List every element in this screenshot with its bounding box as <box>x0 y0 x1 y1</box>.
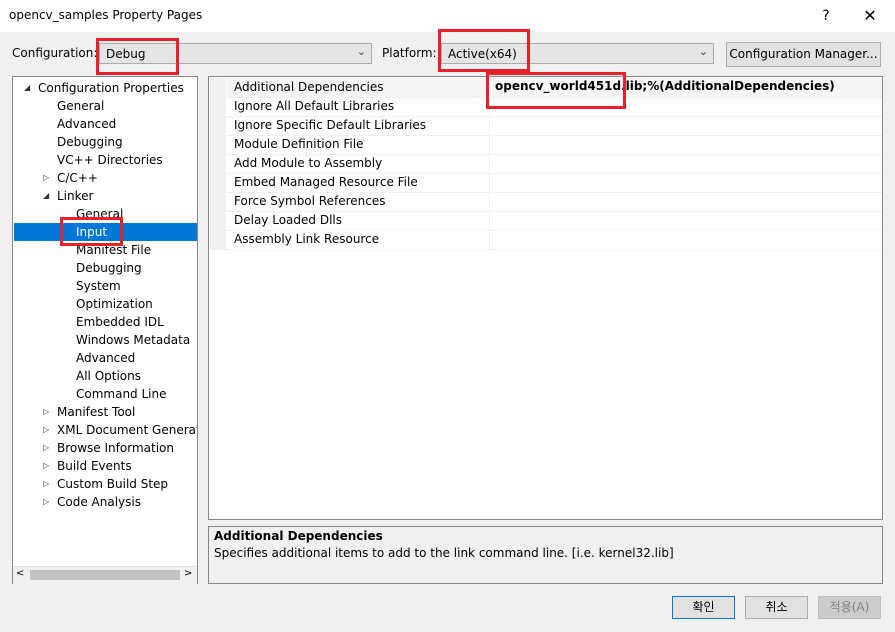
tree-item-browse-information[interactable]: Browse Information <box>57 439 174 457</box>
tree-item-input[interactable]: Input <box>76 223 107 241</box>
platform-label: Platform: <box>382 46 437 60</box>
configuration-label: Configuration: <box>12 46 98 60</box>
tree-item-system[interactable]: System <box>76 277 121 295</box>
tree-item-custom-build-step[interactable]: Custom Build Step <box>57 475 168 493</box>
tree-item-code-analysis[interactable]: Code Analysis <box>57 493 141 511</box>
tree-item-optimization[interactable]: Optimization <box>76 295 153 313</box>
collapse-icon[interactable]: ◢ <box>24 83 30 92</box>
expand-icon[interactable]: ▷ <box>43 461 49 470</box>
column-divider <box>489 192 490 211</box>
tree-item-c-c-[interactable]: C/C++ <box>57 169 98 187</box>
tree-item-linker[interactable]: Linker <box>57 187 93 205</box>
tree-item-vc-directories[interactable]: VC++ Directories <box>57 151 163 169</box>
tree-item-manifest-file[interactable]: Manifest File <box>76 241 151 259</box>
description-text: Specifies additional items to add to the… <box>214 546 674 560</box>
window-title: opencv_samples Property Pages <box>9 8 203 22</box>
scroll-thumb[interactable] <box>30 570 180 580</box>
expand-icon[interactable]: ▷ <box>43 443 49 452</box>
tree-item-general[interactable]: General <box>57 97 104 115</box>
property-name: Ignore Specific Default Libraries <box>234 118 426 132</box>
column-divider <box>489 211 490 230</box>
property-row[interactable]: Force Symbol References <box>209 192 882 212</box>
tree-item-manifest-tool[interactable]: Manifest Tool <box>57 403 135 421</box>
expand-icon[interactable]: ▷ <box>43 497 49 506</box>
column-divider <box>489 97 490 116</box>
property-row[interactable]: Add Module to Assembly <box>209 154 882 174</box>
property-row[interactable]: Assembly Link Resource <box>209 230 882 250</box>
property-row[interactable]: Ignore All Default Libraries <box>209 97 882 117</box>
configuration-manager-button[interactable]: Configuration Manager... <box>726 42 881 67</box>
tree-item-configuration-properties[interactable]: Configuration Properties <box>38 79 184 97</box>
collapse-icon[interactable]: ◢ <box>43 191 49 200</box>
column-divider <box>489 135 490 154</box>
configuration-combo[interactable]: Debug ⌄ <box>99 43 372 64</box>
property-name: Ignore All Default Libraries <box>234 99 395 113</box>
tree-item-embedded-idl[interactable]: Embedded IDL <box>76 313 164 331</box>
column-divider <box>489 78 490 97</box>
tree-item-command-line[interactable]: Command Line <box>76 385 167 403</box>
property-tree[interactable]: ◢ Configuration Properties General Advanced… <box>12 76 198 584</box>
configuration-value: Debug <box>106 47 146 61</box>
description-panel: Additional Dependencies Specifies additi… <box>208 526 883 584</box>
scroll-left-icon[interactable]: < <box>16 568 24 579</box>
cancel-button[interactable]: 취소 <box>745 596 808 619</box>
help-button[interactable]: ? <box>813 4 839 28</box>
tree-item-advanced[interactable]: Advanced <box>76 349 135 367</box>
column-divider <box>489 154 490 173</box>
tree-horizontal-scrollbar[interactable]: < > <box>13 566 197 584</box>
expand-icon[interactable]: ▷ <box>43 479 49 488</box>
property-name: Assembly Link Resource <box>234 232 380 246</box>
platform-combo[interactable]: Active(x64) ⌄ <box>441 43 714 64</box>
chevron-down-icon: ⌄ <box>698 45 708 58</box>
tree-item-advanced[interactable]: Advanced <box>57 115 116 133</box>
tree-item-debugging[interactable]: Debugging <box>76 259 142 277</box>
expand-icon[interactable]: ▷ <box>43 425 49 434</box>
property-name: Additional Dependencies <box>234 80 384 94</box>
property-name: Module Definition File <box>234 137 364 151</box>
close-button[interactable]: ✕ <box>857 4 883 28</box>
property-row[interactable]: Delay Loaded Dlls <box>209 211 882 231</box>
ok-button[interactable]: 확인 <box>672 596 735 619</box>
property-name: Delay Loaded Dlls <box>234 213 342 227</box>
description-title: Additional Dependencies <box>214 529 383 543</box>
tree-item-debugging[interactable]: Debugging <box>57 133 123 151</box>
tree-item-windows-metadata[interactable]: Windows Metadata <box>76 331 190 349</box>
property-row[interactable]: Embed Managed Resource File <box>209 173 882 193</box>
additional-dependencies-value[interactable]: opencv_world451d.lib;%(AdditionalDepende… <box>495 79 835 93</box>
property-row[interactable]: Ignore Specific Default Libraries <box>209 116 882 136</box>
scroll-right-icon[interactable]: > <box>184 568 192 579</box>
expand-icon[interactable]: ▷ <box>43 407 49 416</box>
platform-value: Active(x64) <box>448 47 517 61</box>
column-divider <box>489 116 490 135</box>
column-divider <box>489 230 490 249</box>
property-name: Add Module to Assembly <box>234 156 383 170</box>
column-divider <box>489 173 490 192</box>
expand-icon[interactable]: ▷ <box>43 173 49 182</box>
property-grid[interactable]: Additional Dependencies Ignore All Defaul… <box>208 76 883 520</box>
apply-button[interactable]: 적용(A) <box>818 596 881 619</box>
tree-item-xml-document-generator[interactable]: XML Document Generator <box>57 421 197 439</box>
tree-item-build-events[interactable]: Build Events <box>57 457 132 475</box>
property-row[interactable]: Module Definition File <box>209 135 882 155</box>
chevron-down-icon: ⌄ <box>356 45 366 58</box>
property-name: Force Symbol References <box>234 194 386 208</box>
property-name: Embed Managed Resource File <box>234 175 418 189</box>
tree-item-all-options[interactable]: All Options <box>76 367 141 385</box>
tree-item-general[interactable]: General <box>76 205 123 223</box>
